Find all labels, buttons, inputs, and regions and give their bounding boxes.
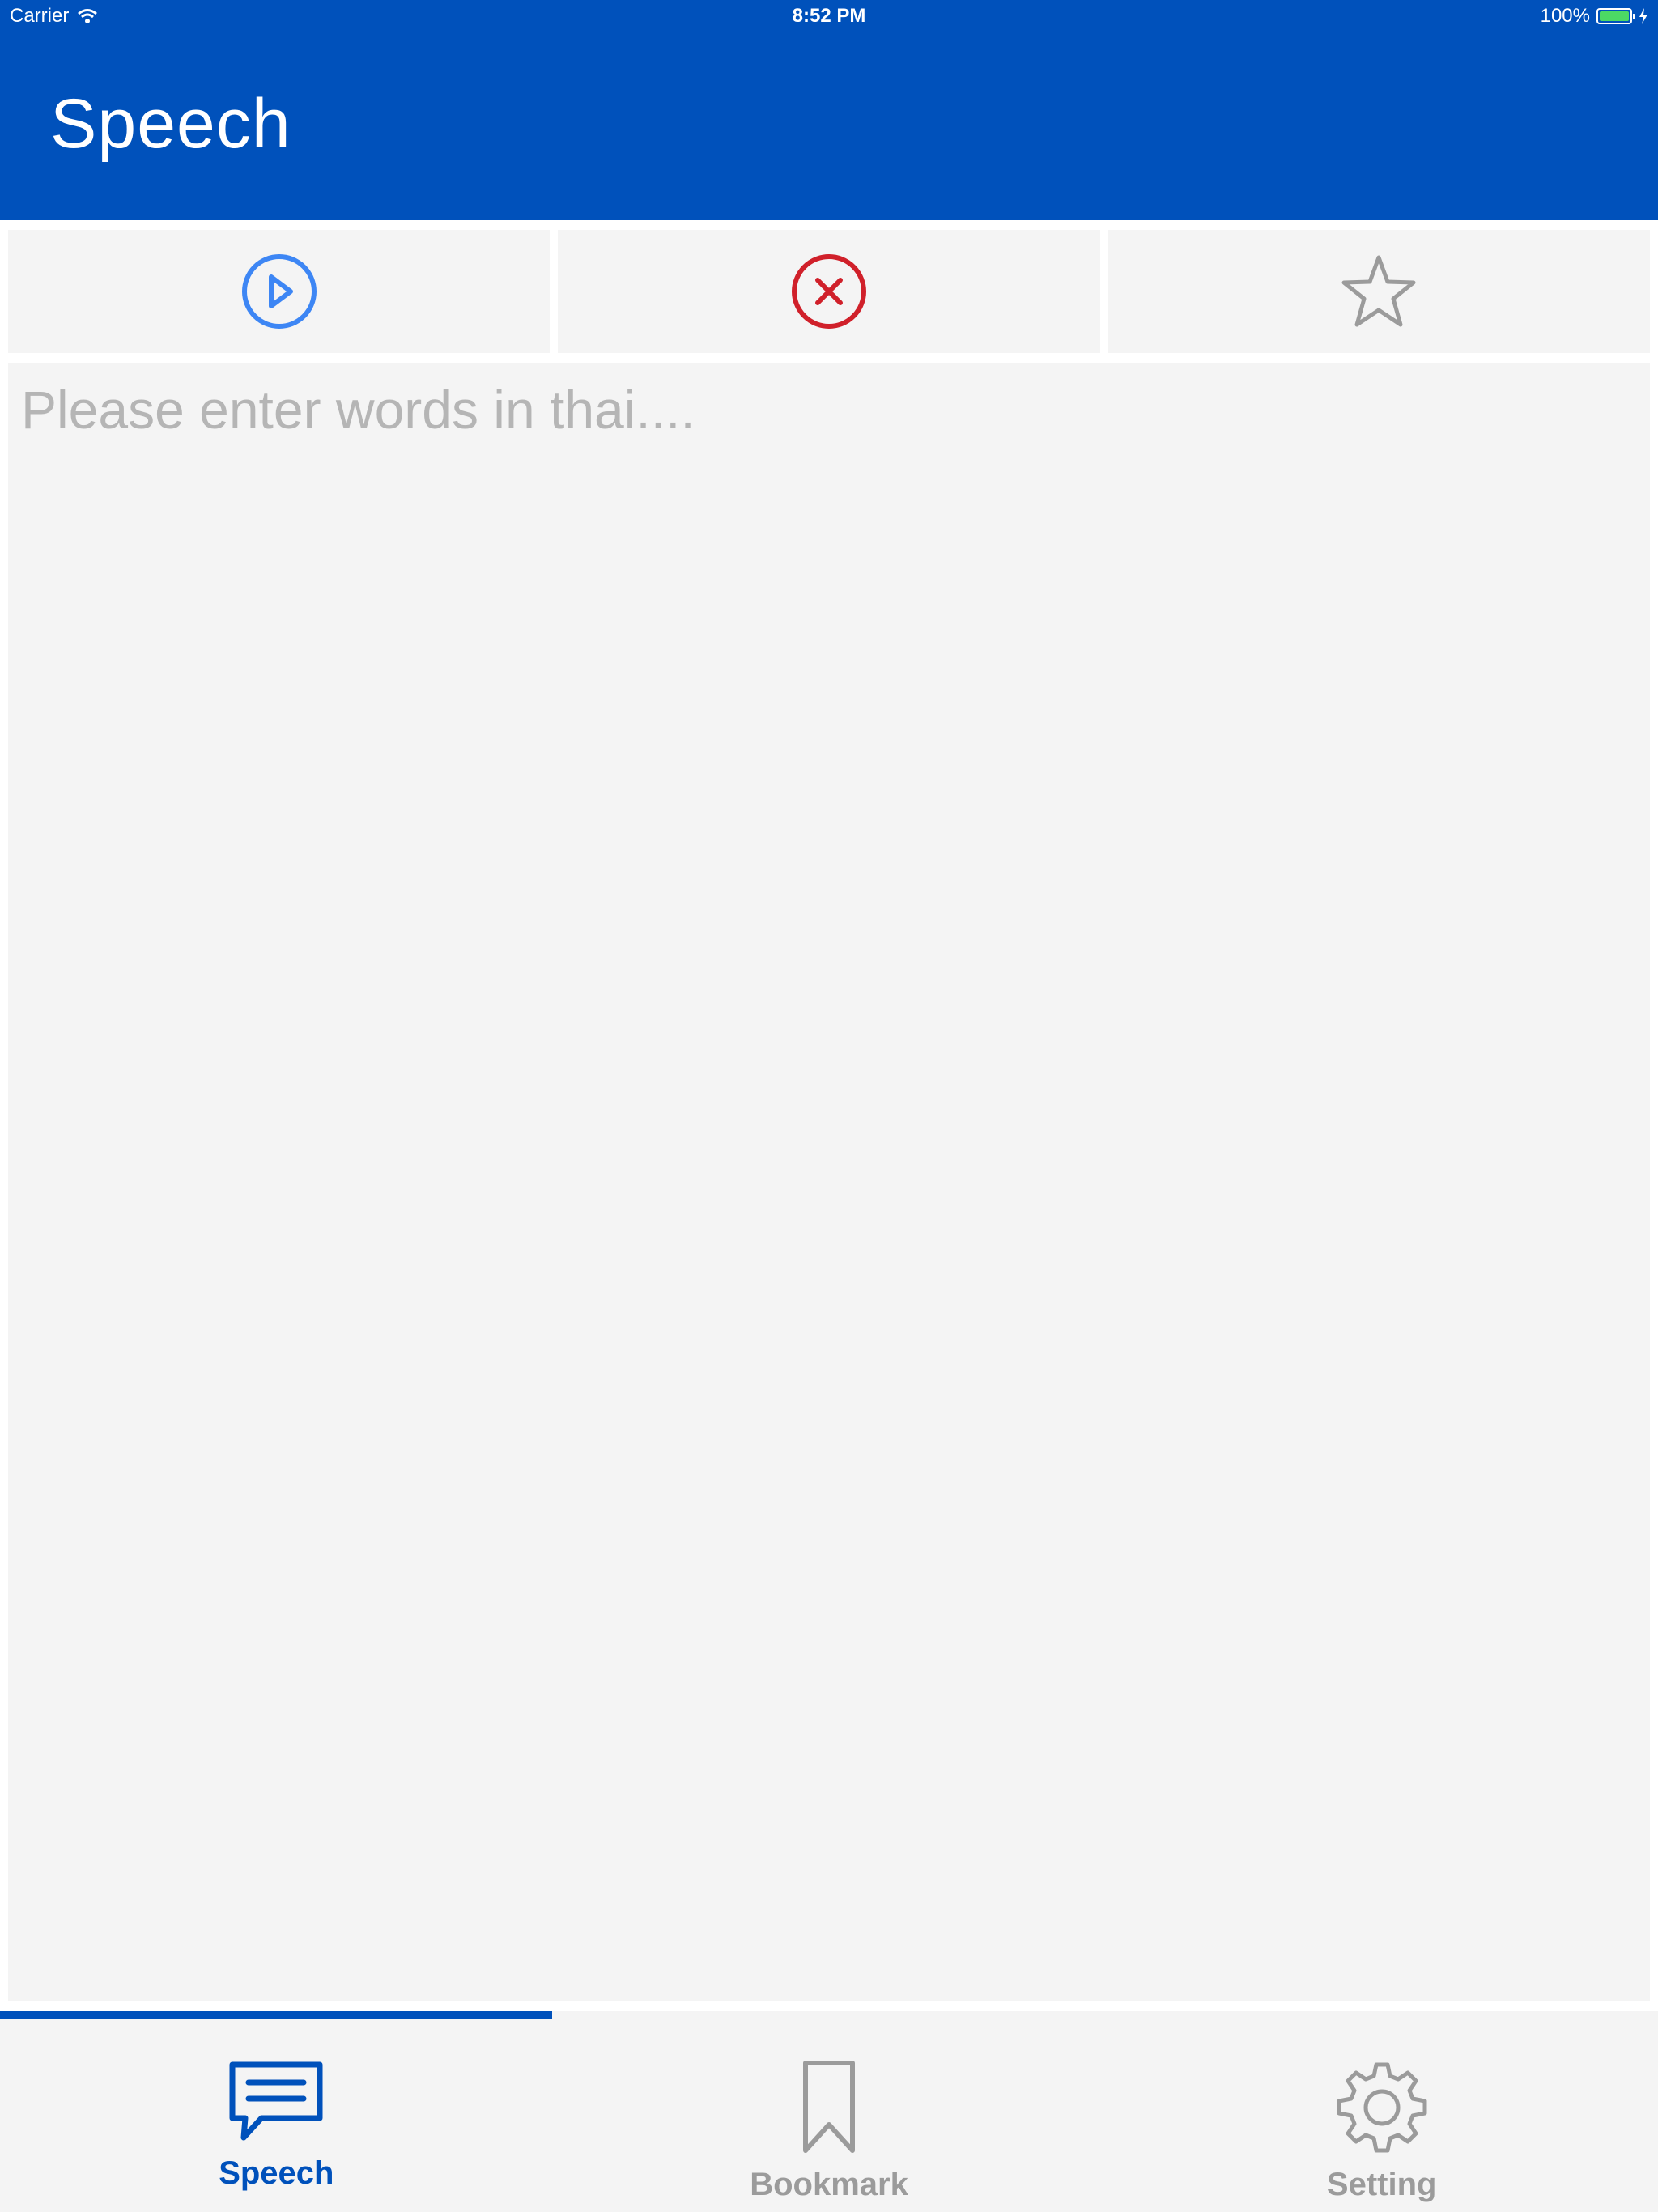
star-outline-icon bbox=[1341, 255, 1416, 327]
tab-speech[interactable]: Speech bbox=[0, 2019, 553, 2212]
page-title: Speech bbox=[50, 85, 291, 163]
status-bar: Carrier 8:52 PM 100% bbox=[0, 0, 1658, 32]
tab-bookmark-label: Bookmark bbox=[750, 2167, 908, 2202]
battery-percent: 100% bbox=[1540, 5, 1590, 27]
gear-icon bbox=[1337, 2062, 1427, 2153]
charging-icon bbox=[1639, 8, 1647, 24]
add-bookmark-button[interactable] bbox=[1107, 230, 1650, 353]
speech-screen: Carrier 8:52 PM 100% Speech Please enter… bbox=[0, 0, 1658, 2212]
active-tab-indicator bbox=[0, 2011, 552, 2019]
close-circle-icon bbox=[791, 254, 866, 329]
play-button[interactable] bbox=[8, 230, 551, 353]
tab-setting-label: Setting bbox=[1326, 2167, 1437, 2202]
clear-button[interactable] bbox=[558, 230, 1100, 353]
tab-speech-label: Speech bbox=[219, 2155, 334, 2191]
navigation-bar: Carrier 8:52 PM 100% Speech bbox=[0, 0, 1658, 220]
bookmark-icon bbox=[803, 2061, 855, 2153]
status-time: 8:52 PM bbox=[792, 5, 866, 27]
thai-text-input[interactable] bbox=[8, 363, 1650, 2001]
tab-bar-items: Speech Bookmark Setting bbox=[0, 2019, 1658, 2212]
action-toolbar bbox=[8, 230, 1650, 353]
status-right: 100% bbox=[1541, 5, 1648, 28]
play-circle-icon bbox=[241, 254, 317, 329]
speech-bubble-icon bbox=[229, 2061, 323, 2141]
tab-setting[interactable]: Setting bbox=[1105, 2019, 1658, 2212]
tab-bookmark[interactable]: Bookmark bbox=[553, 2019, 1106, 2212]
battery-level bbox=[1600, 11, 1629, 21]
battery-icon bbox=[1596, 8, 1635, 24]
